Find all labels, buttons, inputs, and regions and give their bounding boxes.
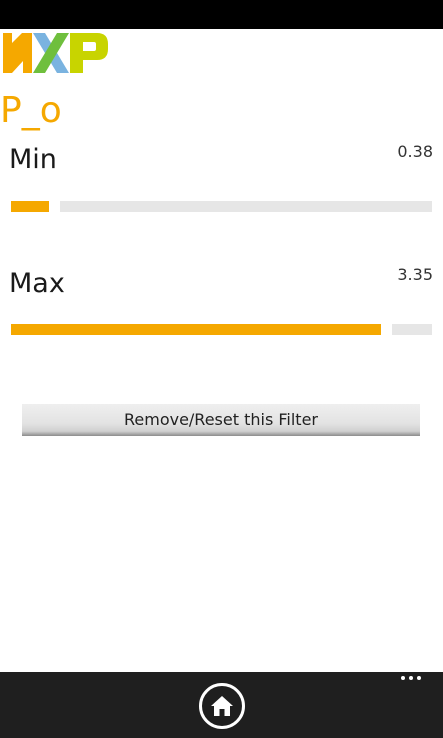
max-slider-fill (11, 324, 381, 335)
status-bar (0, 0, 443, 29)
nxp-logo (3, 33, 108, 73)
max-slider[interactable] (11, 324, 432, 335)
min-slider-fill (11, 201, 49, 212)
app-bar (0, 672, 443, 738)
min-slider[interactable] (11, 201, 432, 212)
min-label: Min (9, 144, 57, 175)
min-value: 0.38 (397, 142, 433, 161)
page-title: P_o (0, 90, 62, 131)
min-slider-track (60, 201, 432, 212)
max-slider-track (392, 324, 432, 335)
more-icon[interactable] (401, 676, 421, 680)
home-icon (211, 696, 233, 716)
home-button[interactable] (199, 683, 245, 729)
max-label: Max (9, 268, 65, 299)
remove-reset-filter-button[interactable]: Remove/Reset this Filter (22, 404, 420, 436)
max-value: 3.35 (397, 265, 433, 284)
